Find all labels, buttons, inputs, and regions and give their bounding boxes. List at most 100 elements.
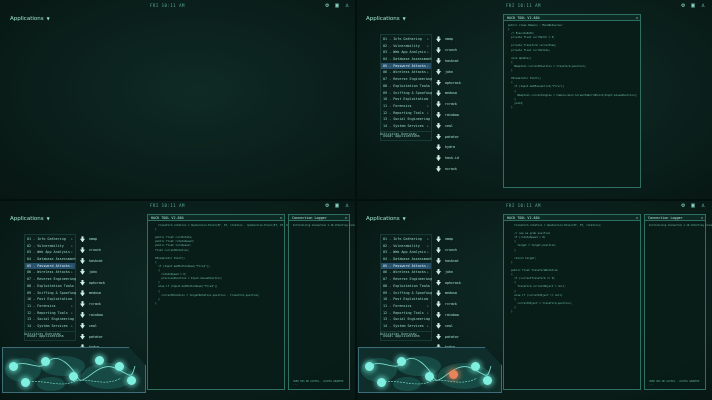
map-node[interactable] <box>95 356 104 365</box>
applications-menu-button[interactable]: Applications ▼ <box>10 216 50 222</box>
app-launcher-item[interactable]: patator <box>80 331 105 342</box>
code-window-titlebar[interactable]: HACK TOOL V2.884 x <box>504 215 640 221</box>
person-icon[interactable]: ♙ <box>344 3 350 9</box>
app-launcher-item[interactable]: cewl <box>436 320 461 331</box>
log-window[interactable]: Connection Logger x Initializing Connect… <box>288 214 356 390</box>
menu-item[interactable]: 06 - Wireless Attacks ▸ <box>25 269 75 276</box>
menu-item[interactable]: 02 - Vulnerability ▸ <box>381 43 431 50</box>
map-node[interactable] <box>471 362 480 371</box>
app-launcher-item[interactable]: nmap <box>80 234 105 245</box>
menu-item[interactable]: 03 - Web App Analysis ▸ <box>25 249 75 256</box>
menu-item[interactable]: 01 - Info Gathering ▸ <box>381 236 431 243</box>
app-launcher-item[interactable]: hashcat <box>436 56 461 67</box>
menu-item[interactable]: 14 - System Services ▸ <box>25 323 75 330</box>
menu-item[interactable]: 07 - Reverse Engineering ▸ <box>25 276 76 283</box>
app-launcher-item[interactable]: rcrack <box>436 99 461 110</box>
menu-item[interactable]: 04 - Database Assessment ▸ <box>381 256 432 263</box>
menu-item[interactable]: 09 - Sniffing & Spoofing ▸ <box>381 90 432 97</box>
menu-item[interactable]: 07 - Reverse Engineering ▸ <box>381 276 432 283</box>
menu-item[interactable]: 13 - Social Engineering ▸ <box>25 316 75 323</box>
menu-item[interactable]: 01 - Info Gathering ▸ <box>25 236 75 243</box>
menu-item[interactable]: 03 - Web App Analysis ▸ <box>381 49 431 56</box>
menu-item[interactable]: 03 - Web App Analysis ▸ <box>381 249 431 256</box>
menu-item[interactable]: 01 - Info Gathering ▸ <box>381 36 431 43</box>
menu-item[interactable]: 05 - Password Attacks ▸ <box>381 262 431 270</box>
person-icon[interactable]: ♙ <box>700 3 706 9</box>
menu-item[interactable]: 07 - Reverse Engineering ▸ <box>381 76 432 83</box>
menu-item[interactable]: 08 - Exploitation Tools ▸ <box>381 83 431 90</box>
app-launcher-item[interactable]: medusa <box>436 88 461 99</box>
close-icon[interactable]: x <box>280 215 282 221</box>
app-launcher-item[interactable]: rcrack <box>436 299 461 310</box>
code-window[interactable]: HACK TOOL V2.884 x transform.rotation = … <box>147 214 296 390</box>
menu-item[interactable]: 02 - Vulnerability ▸ <box>25 243 75 250</box>
menu-item[interactable]: 12 - Reporting Tools ▸ <box>25 310 75 317</box>
app-launcher-item[interactable]: hash-id <box>436 153 461 164</box>
map-node[interactable] <box>9 362 18 371</box>
menu-item[interactable]: 11 - Forensics ▸ <box>381 303 431 310</box>
map-node[interactable] <box>69 372 78 381</box>
menu-item[interactable]: 09 - Sniffing & Spoofing ▸ <box>25 290 76 297</box>
menu-item[interactable]: 08 - Exploitation Tools ▸ <box>25 283 75 290</box>
app-launcher-item[interactable]: ncrack <box>436 164 461 175</box>
code-window[interactable]: HACK TOOL V2.884 x public class Nmapio :… <box>503 14 641 188</box>
folder-icon[interactable]: ▣ <box>690 3 696 9</box>
menu-item[interactable]: 10 - Post Exploitation ▸ <box>25 296 75 303</box>
app-launcher-item[interactable]: crunch <box>80 245 105 256</box>
network-map-panel[interactable] <box>2 347 146 393</box>
app-launcher-item[interactable]: rainbow <box>436 310 461 321</box>
applications-menu-button[interactable]: Applications ▼ <box>366 16 406 22</box>
log-window[interactable]: Connection Logger x Initializing Connect… <box>644 214 712 390</box>
app-launcher-item[interactable]: ophcrack <box>80 277 105 288</box>
map-node[interactable] <box>397 357 406 366</box>
activities-overview[interactable]: Activities Overview <box>380 132 416 136</box>
map-node[interactable] <box>483 376 492 385</box>
menu-item[interactable]: 10 - Post Exploitation ▸ <box>381 96 431 103</box>
app-launcher-item[interactable]: nmap <box>436 234 461 245</box>
menu-item[interactable]: 14 - System Services ▸ <box>381 323 431 330</box>
menu-item[interactable]: 04 - Database Assessment ▸ <box>381 56 432 63</box>
close-icon[interactable]: x <box>636 15 638 21</box>
code-window[interactable]: HACK TOOL V2.884 x transform.rotation = … <box>503 214 641 390</box>
menu-item[interactable]: 08 - Exploitation Tools ▸ <box>381 283 431 290</box>
menu-item[interactable]: 04 - Database Assessment ▸ <box>25 256 76 263</box>
close-icon[interactable]: x <box>636 215 638 221</box>
app-launcher-item[interactable]: ophcrack <box>436 77 461 88</box>
app-launcher-item[interactable]: nmap <box>436 34 461 45</box>
menu-item[interactable]: 13 - Social Engineering ▸ <box>381 116 431 123</box>
app-launcher-item[interactable]: john <box>436 66 461 77</box>
app-launcher-item[interactable]: crunch <box>436 245 461 256</box>
applications-menu-button[interactable]: Applications ▼ <box>10 16 50 22</box>
settings-icon[interactable]: ⚙ <box>680 3 686 9</box>
map-node[interactable] <box>21 378 30 387</box>
menu-item[interactable]: 06 - Wireless Attacks ▸ <box>381 269 431 276</box>
settings-icon[interactable]: ⚙ <box>680 203 686 209</box>
folder-icon[interactable]: ▣ <box>334 3 340 9</box>
app-launcher-item[interactable]: hashcat <box>80 256 105 267</box>
settings-icon[interactable]: ⚙ <box>324 203 330 209</box>
folder-icon[interactable]: ▣ <box>690 203 696 209</box>
log-window-titlebar[interactable]: Connection Logger x <box>289 215 349 221</box>
app-launcher-item[interactable]: patator <box>436 131 461 142</box>
menu-item[interactable]: 14 - System Services ▸ <box>381 123 431 130</box>
app-launcher-item[interactable]: cewl <box>80 320 105 331</box>
app-launcher-item[interactable]: patator <box>436 331 461 342</box>
app-launcher-item[interactable]: john <box>436 266 461 277</box>
applications-menu-button[interactable]: Applications ▼ <box>366 216 406 222</box>
person-icon[interactable]: ♙ <box>700 203 706 209</box>
app-launcher-item[interactable]: cewl <box>436 120 461 131</box>
app-launcher-item[interactable]: hydra <box>436 142 461 153</box>
app-launcher-item[interactable]: crunch <box>436 45 461 56</box>
app-launcher-item[interactable]: medusa <box>436 288 461 299</box>
menu-item[interactable]: 05 - Password Attacks ▸ <box>381 62 431 70</box>
activities-overview[interactable]: Activities Overview <box>380 332 416 336</box>
log-window-titlebar[interactable]: Connection Logger x <box>645 215 705 221</box>
map-node[interactable] <box>41 357 50 366</box>
map-node-alert[interactable] <box>449 370 458 379</box>
map-node[interactable] <box>425 372 434 381</box>
menu-item[interactable]: 02 - Vulnerability ▸ <box>381 243 431 250</box>
app-launcher-item[interactable]: ophcrack <box>436 277 461 288</box>
map-node[interactable] <box>127 376 136 385</box>
menu-item[interactable]: 06 - Wireless Attacks ▸ <box>381 69 431 76</box>
settings-icon[interactable]: ⚙ <box>324 3 330 9</box>
